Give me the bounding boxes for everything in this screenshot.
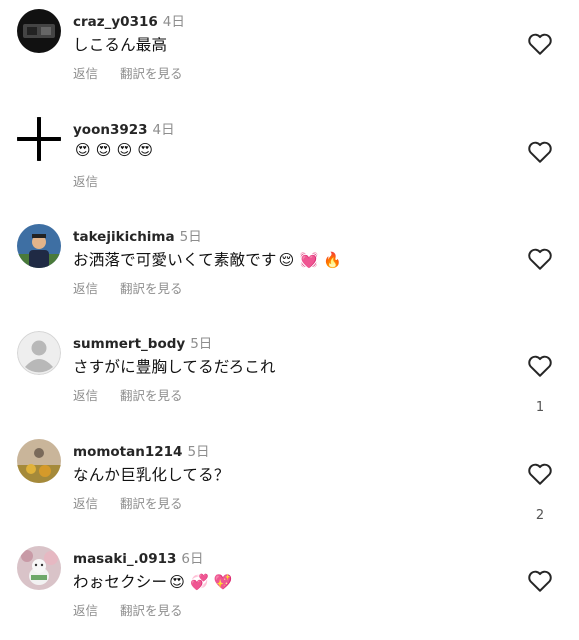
comment-time: 4日 (162, 14, 185, 30)
comment-author[interactable]: takejikichima 5日 (73, 225, 202, 245)
translate-button[interactable]: 翻訳を見る (120, 66, 183, 81)
comment-time: 4日 (152, 122, 175, 138)
comment-time: 5日 (179, 229, 202, 245)
heart-outline-icon[interactable] (527, 462, 553, 486)
comment-actions: 返信 翻訳を見る (73, 600, 205, 619)
heart-outline-icon[interactable] (527, 247, 553, 271)
comment-actions: 返信 翻訳を見る (73, 385, 205, 404)
like-count: 2 (535, 508, 545, 523)
comment-author[interactable]: craz_y0316 4日 (73, 10, 185, 30)
reply-button[interactable]: 返信 (73, 388, 98, 403)
comment-text: さすがに豊胸してるだろこれ (73, 358, 276, 376)
comment-item: momotan1214 5日 なんか巨乳化してる？ 返信 翻訳を見る 2 (0, 430, 579, 530)
heart-outline-icon[interactable] (527, 569, 553, 593)
comment-author[interactable]: yoon3923 4日 (73, 118, 175, 138)
comment-text: 😍 😍 😍 😍 (75, 141, 154, 159)
comment-time: 6日 (181, 551, 204, 567)
like-count: 1 (535, 400, 545, 415)
avatar[interactable] (17, 546, 61, 590)
avatar[interactable] (17, 9, 61, 53)
comment-list: craz_y0316 4日 しこるん最高 返信 翻訳を見る yoon3923 4日 😍… (0, 0, 579, 640)
comment-text: お洒落で可愛いくて素敵です 😌 💓 🔥 (73, 251, 343, 269)
comment-item: summert_body 5日 さすがに豊胸してるだろこれ 返信 翻訳を見る 1 (0, 322, 579, 422)
reply-button[interactable]: 返信 (73, 174, 98, 189)
heart-outline-icon[interactable] (527, 32, 553, 56)
avatar[interactable] (17, 117, 61, 161)
comment-time: 5日 (190, 336, 213, 352)
comment-actions: 返信 翻訳を見る (73, 493, 205, 512)
comment-author[interactable]: momotan1214 5日 (73, 440, 210, 460)
reply-button[interactable]: 返信 (73, 603, 98, 618)
heart-outline-icon[interactable] (527, 140, 553, 164)
comment-text: しこるん最高 (73, 36, 168, 54)
comment-text: なんか巨乳化してる？ (73, 466, 230, 484)
comment-text: わぉセクシー 😍 💞 💖 (73, 573, 233, 591)
comment-item: craz_y0316 4日 しこるん最高 返信 翻訳を見る (0, 0, 579, 100)
reply-button[interactable]: 返信 (73, 496, 98, 511)
comment-item: masaki_.0913 6日 わぉセクシー 😍 💞 💖 返信 翻訳を見る (0, 537, 579, 637)
comment-author[interactable]: masaki_.0913 6日 (73, 547, 203, 567)
comment-actions: 返信 翻訳を見る (73, 63, 205, 82)
translate-button[interactable]: 翻訳を見る (120, 281, 183, 296)
translate-button[interactable]: 翻訳を見る (120, 388, 183, 403)
avatar[interactable] (17, 331, 61, 375)
translate-button[interactable]: 翻訳を見る (120, 603, 183, 618)
heart-outline-icon[interactable] (527, 354, 553, 378)
avatar[interactable] (17, 439, 61, 483)
reply-button[interactable]: 返信 (73, 66, 98, 81)
reply-button[interactable]: 返信 (73, 281, 98, 296)
comment-item: takejikichima 5日 お洒落で可愛いくて素敵です 😌 💓 🔥 返信 翻訳を… (0, 215, 579, 315)
comment-time: 5日 (187, 444, 210, 460)
comment-actions: 返信 翻訳を見る (73, 278, 205, 297)
comment-author[interactable]: summert_body 5日 (73, 332, 212, 352)
avatar[interactable] (17, 224, 61, 268)
comment-item: yoon3923 4日 😍 😍 😍 😍 返信 (0, 108, 579, 208)
translate-button[interactable]: 翻訳を見る (120, 496, 183, 511)
comment-actions: 返信 (73, 171, 120, 190)
